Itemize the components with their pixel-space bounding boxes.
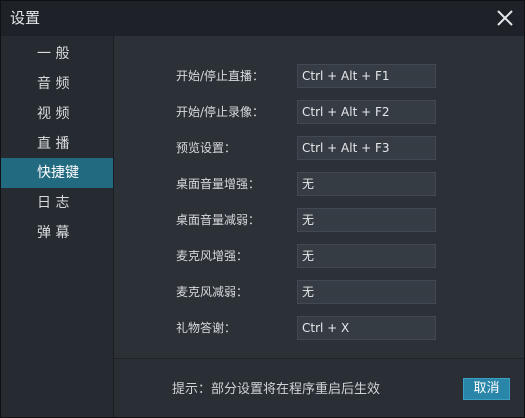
shortcut-label: 预览设置：	[176, 141, 237, 155]
sidebar-item-video[interactable]: 视 频	[1, 99, 113, 129]
shortcut-input-preview-settings[interactable]: Ctrl + Alt + F3	[297, 136, 436, 160]
title-bar: 设置	[1, 1, 524, 36]
shortcut-label: 开始/停止直播：	[176, 69, 265, 83]
shortcut-label: 桌面音量增强：	[176, 177, 261, 191]
sidebar-item-label: 快捷键	[37, 165, 79, 181]
close-icon	[497, 10, 513, 26]
settings-window: 设置 一 般 音 频 视 频 直 播 快捷键 日 志 弹 幕 开始/停止直播： …	[0, 0, 525, 418]
shortcut-row-desktop-volume-up: 桌面音量增强： 无	[114, 172, 524, 200]
settings-sidebar: 一 般 音 频 视 频 直 播 快捷键 日 志 弹 幕	[1, 36, 114, 417]
shortcut-row-start-stop-live: 开始/停止直播： Ctrl + Alt + F1	[114, 64, 524, 92]
shortcut-label: 桌面音量减弱：	[176, 213, 261, 227]
sidebar-item-general[interactable]: 一 般	[1, 39, 113, 69]
restart-hint: 提示：部分设置将在程序重启后生效	[172, 382, 381, 397]
shortcut-input-start-stop-live[interactable]: Ctrl + Alt + F1	[297, 64, 436, 88]
dialog-footer: 提示：部分设置将在程序重启后生效 取消	[114, 358, 524, 417]
shortcut-label: 礼物答谢：	[176, 321, 237, 335]
sidebar-item-log[interactable]: 日 志	[1, 188, 113, 218]
sidebar-item-label: 音 频	[37, 76, 70, 92]
shortcut-input-desktop-volume-down[interactable]: 无	[297, 208, 436, 232]
sidebar-item-danmaku[interactable]: 弹 幕	[1, 218, 113, 248]
shortcut-row-mic-down: 麦克风减弱： 无	[114, 280, 524, 308]
shortcut-label: 开始/停止录像：	[176, 105, 265, 119]
shortcut-row-mic-up: 麦克风增强： 无	[114, 244, 524, 272]
sidebar-item-label: 一 般	[37, 46, 70, 62]
shortcut-row-preview-settings: 预览设置： Ctrl + Alt + F3	[114, 136, 524, 164]
cancel-button[interactable]: 取消	[463, 378, 510, 400]
shortcut-input-start-stop-record[interactable]: Ctrl + Alt + F2	[297, 100, 436, 124]
shortcut-row-desktop-volume-down: 桌面音量减弱： 无	[114, 208, 524, 236]
shortcut-input-desktop-volume-up[interactable]: 无	[297, 172, 436, 196]
sidebar-item-shortcuts[interactable]: 快捷键	[1, 158, 113, 188]
shortcut-row-start-stop-record: 开始/停止录像： Ctrl + Alt + F2	[114, 100, 524, 128]
sidebar-item-audio[interactable]: 音 频	[1, 69, 113, 99]
sidebar-item-live[interactable]: 直 播	[1, 129, 113, 159]
sidebar-item-label: 弹 幕	[37, 225, 70, 241]
shortcut-label: 麦克风增强：	[176, 249, 249, 263]
sidebar-item-label: 视 频	[37, 106, 70, 122]
sidebar-item-label: 直 播	[37, 136, 70, 152]
shortcut-settings-panel: 开始/停止直播： Ctrl + Alt + F1 开始/停止录像： Ctrl +…	[114, 36, 524, 358]
shortcut-label: 麦克风减弱：	[176, 285, 249, 299]
window-title: 设置	[10, 9, 41, 27]
shortcut-input-mic-down[interactable]: 无	[297, 280, 436, 304]
shortcut-input-mic-up[interactable]: 无	[297, 244, 436, 268]
shortcut-row-gift-thanks: 礼物答谢： Ctrl + X	[114, 316, 524, 344]
sidebar-item-label: 日 志	[37, 195, 70, 211]
close-button[interactable]	[492, 5, 518, 31]
shortcut-input-gift-thanks[interactable]: Ctrl + X	[297, 316, 436, 340]
